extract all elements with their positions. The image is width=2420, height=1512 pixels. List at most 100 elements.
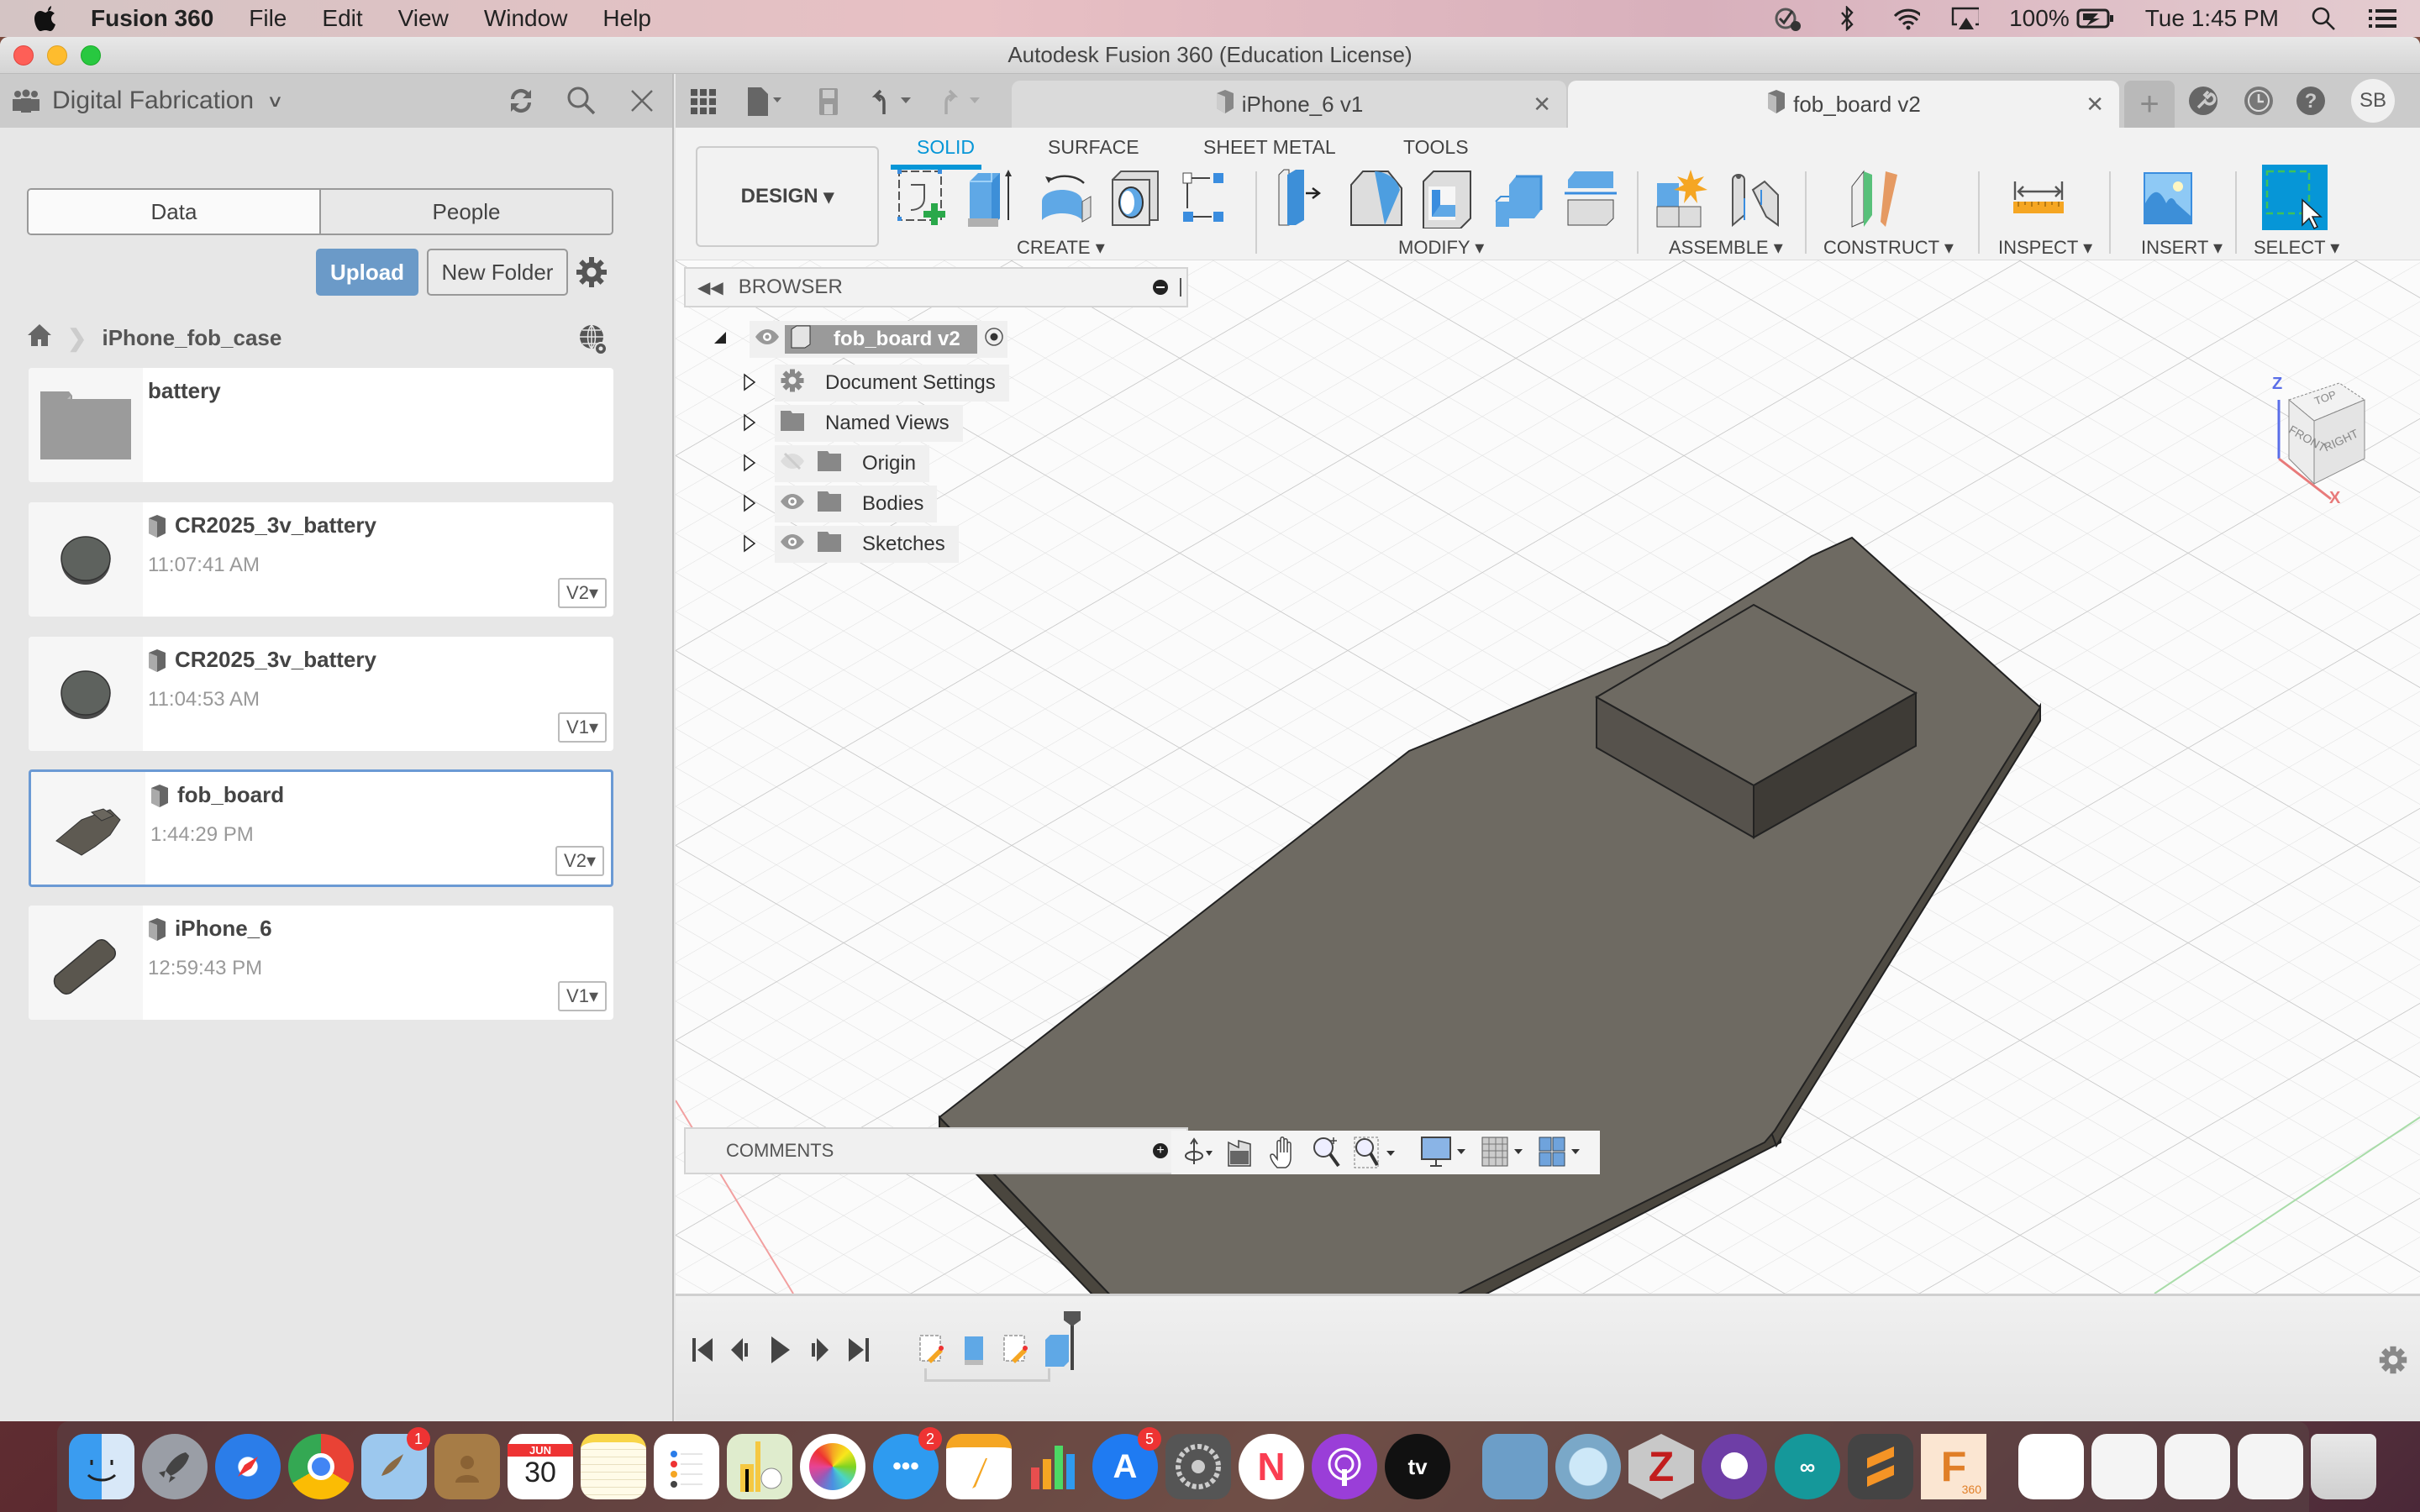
dock-contacts-icon[interactable] (434, 1434, 500, 1499)
dock-sublime-text-icon[interactable] (1848, 1434, 1913, 1499)
collapse-browser-icon[interactable]: ◀◀ (697, 277, 723, 298)
team-name[interactable]: Digital Fabrication (52, 87, 254, 115)
timeline-extrude-feature[interactable] (961, 1333, 990, 1367)
refresh-icon[interactable] (504, 84, 538, 118)
browser-node-bodies[interactable]: Bodies (743, 486, 938, 522)
dock-pages-icon[interactable] (946, 1434, 1012, 1499)
spotlight-search-icon[interactable] (2309, 6, 2338, 31)
dock-finder-icon[interactable] (69, 1434, 134, 1499)
dock-system-preferences-icon[interactable] (1165, 1434, 1231, 1499)
dock-notes-icon[interactable] (581, 1434, 646, 1499)
status-check-icon[interactable] (1774, 6, 1802, 31)
dock-disk-utility-doc-icon[interactable] (2018, 1434, 2084, 1499)
fillet-icon[interactable] (1348, 168, 1405, 228)
visibility-eye-icon[interactable] (780, 533, 805, 556)
timeline-sketch-feature[interactable] (1002, 1333, 1030, 1367)
minimize-window-button[interactable] (47, 45, 67, 66)
menu-file[interactable]: File (249, 5, 287, 32)
browser-node-sketches[interactable]: Sketches (743, 526, 959, 563)
dock-maps-icon[interactable] (727, 1434, 792, 1499)
assemble-menu[interactable]: ASSEMBLE ▾ (1669, 237, 1783, 259)
upload-button[interactable]: Upload (316, 249, 418, 296)
menu-edit[interactable]: Edit (322, 5, 362, 32)
wifi-icon[interactable] (1891, 6, 1921, 31)
step-forward-icon[interactable] (807, 1333, 835, 1367)
hole-icon[interactable] (1109, 168, 1166, 228)
inspect-menu[interactable]: INSPECT ▾ (1998, 237, 2092, 259)
undo-icon[interactable] (871, 87, 918, 116)
redo-icon[interactable] (939, 87, 986, 116)
menu-view[interactable]: View (398, 5, 449, 32)
expand-triangle-icon[interactable] (743, 534, 760, 554)
file-menu-icon[interactable] (746, 87, 783, 116)
dock-preview-icon[interactable] (1482, 1434, 1548, 1499)
clock[interactable]: Tue 1:45 PM (2145, 5, 2279, 32)
grid-settings-icon[interactable] (1479, 1136, 1531, 1169)
extensions-icon[interactable] (2186, 84, 2220, 118)
help-icon[interactable]: ? (2294, 84, 2328, 118)
dock-arduino-window-preview[interactable] (2165, 1434, 2230, 1499)
visibility-eye-icon[interactable] (780, 492, 805, 516)
tab-data[interactable]: Data (29, 190, 321, 234)
design-item[interactable]: iPhone_6 12:59:43 PM V1 ▾ (29, 906, 613, 1020)
split-body-icon[interactable] (1565, 168, 1622, 228)
version-dropdown[interactable]: V2 ▾ (555, 846, 604, 876)
look-at-icon[interactable] (1220, 1136, 1259, 1169)
design-item-selected[interactable]: fob_board 1:44:29 PM V2 ▾ (29, 769, 613, 887)
timeline-sketch-feature[interactable] (918, 1333, 946, 1367)
dock-bluetooth-prefs-preview[interactable] (2238, 1434, 2303, 1499)
tab-surface[interactable]: SURFACE (1048, 136, 1139, 159)
dock-apple-tv-icon[interactable]: tv (1385, 1434, 1450, 1499)
modify-menu[interactable]: MODIFY ▾ (1398, 237, 1484, 259)
tab-tools[interactable]: TOOLS (1403, 136, 1469, 159)
browser-node-origin[interactable]: Origin (743, 445, 930, 482)
app-grid-icon[interactable] (691, 87, 716, 116)
dock-arduino-icon[interactable]: ∞ (1775, 1434, 1840, 1499)
dock-image-capture-icon[interactable] (1555, 1434, 1621, 1499)
apple-menu-icon[interactable] (34, 3, 59, 34)
document-tab[interactable]: iPhone_6 v1 ✕ (1012, 81, 1566, 128)
create-menu[interactable]: CREATE ▾ (1017, 237, 1105, 259)
go-to-end-icon[interactable] (847, 1333, 876, 1367)
panel-grip[interactable] (1180, 278, 1181, 297)
pan-hand-icon[interactable] (1264, 1136, 1302, 1169)
active-radio-icon[interactable] (984, 327, 1004, 353)
maximize-window-button[interactable] (81, 45, 101, 66)
new-tab-button[interactable]: + (2124, 81, 2175, 128)
shell-icon[interactable] (1420, 168, 1477, 229)
zoom-icon[interactable] (1307, 1136, 1346, 1169)
dock-window-preview[interactable] (2091, 1434, 2157, 1499)
combine-icon[interactable] (1492, 168, 1549, 228)
expand-triangle-icon[interactable] (743, 494, 760, 514)
chevron-down-icon[interactable]: ∨ (266, 91, 283, 112)
create-sketch-icon[interactable] (896, 168, 953, 228)
close-window-button[interactable] (13, 45, 34, 66)
timeline-settings-gear-icon[interactable] (2378, 1345, 2408, 1375)
dock-calendar-icon[interactable]: JUN 30 (508, 1434, 573, 1499)
extrude-icon[interactable] (966, 168, 1023, 228)
expand-triangle-icon[interactable] (743, 373, 760, 393)
dock-photos-icon[interactable] (800, 1434, 865, 1499)
dock-launchpad-icon[interactable] (142, 1434, 208, 1499)
menu-window[interactable]: Window (484, 5, 568, 32)
dock-github-desktop-icon[interactable] (1702, 1434, 1767, 1499)
dock-podcasts-icon[interactable] (1312, 1434, 1377, 1499)
timeline-extrude-feature[interactable] (1042, 1333, 1071, 1367)
dock-numbers-icon[interactable] (1019, 1434, 1085, 1499)
offset-plane-icon[interactable] (1849, 168, 1906, 228)
press-pull-icon[interactable] (1276, 168, 1333, 228)
revolve-icon[interactable] (1039, 168, 1096, 228)
gear-icon[interactable] (575, 255, 608, 289)
dock-safari-icon[interactable] (215, 1434, 281, 1499)
select-icon[interactable] (2262, 165, 2328, 230)
browser-node-document-settings[interactable]: Document Settings (743, 365, 1009, 402)
job-status-icon[interactable] (2242, 84, 2275, 118)
menu-help[interactable]: Help (602, 5, 651, 32)
visibility-eye-icon[interactable] (755, 328, 780, 351)
workspace-switcher[interactable]: DESIGN ▾ (696, 146, 879, 247)
visibility-hidden-icon[interactable] (780, 452, 805, 476)
dock-zotero-icon[interactable]: Z (1628, 1434, 1694, 1499)
version-dropdown[interactable]: V1 ▾ (558, 981, 607, 1011)
version-dropdown[interactable]: V1 ▾ (558, 712, 607, 743)
add-comment-icon[interactable]: + (1153, 1143, 1168, 1158)
